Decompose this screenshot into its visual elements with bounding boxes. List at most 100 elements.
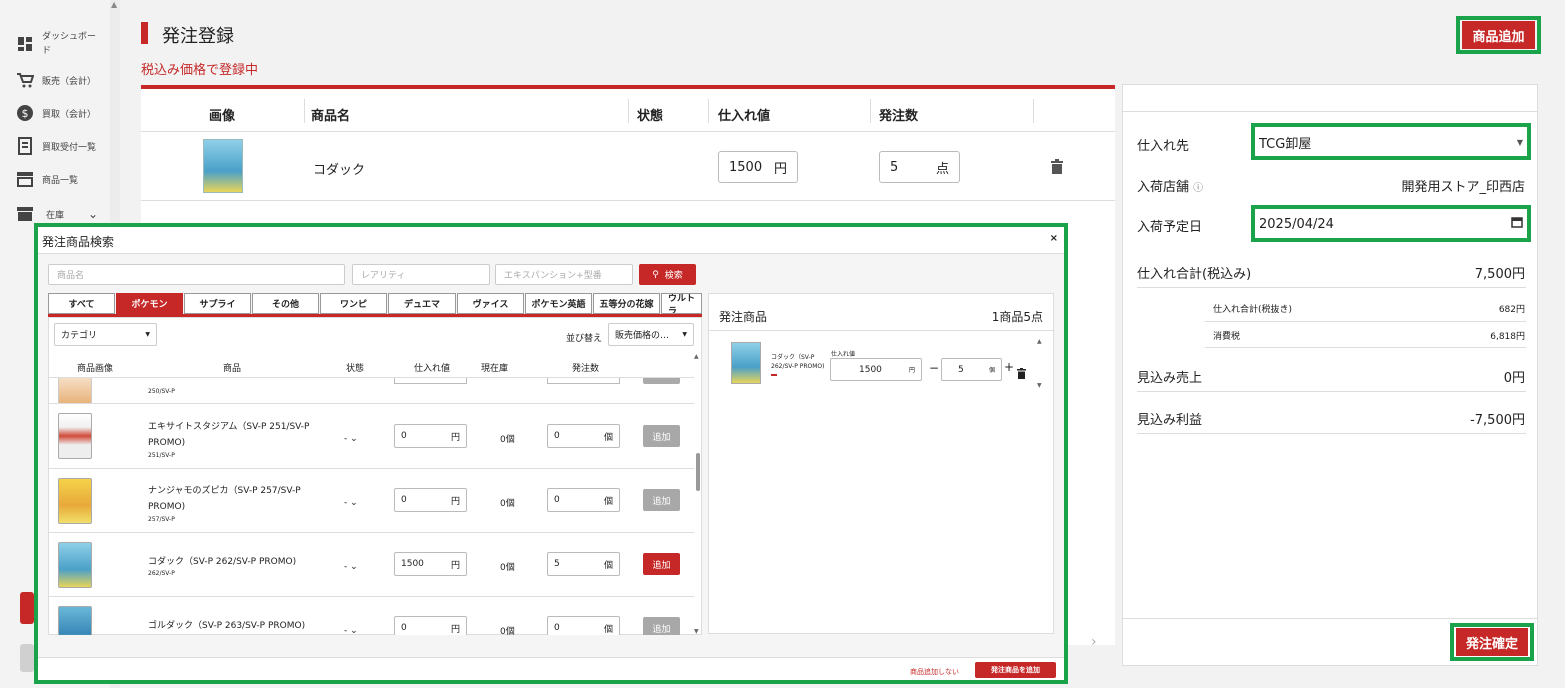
state-select[interactable]: - ⌄ (344, 626, 358, 635)
tax-mode-subtitle: 税込み価格で登録中 (141, 63, 259, 78)
tab-quintuplets[interactable]: 五等分の花嫁 (593, 293, 660, 314)
rarity-search-input[interactable]: レアリティ (352, 264, 490, 285)
sidebar-item-stock[interactable]: 在庫 ⌄ (16, 205, 98, 223)
col-divider (628, 99, 629, 123)
trash-icon[interactable] (1017, 364, 1026, 383)
qty-input[interactable]: 0個 (547, 424, 620, 448)
price-input[interactable]: 1500 円 (394, 552, 467, 576)
chevron-down-icon: ⌄ (350, 498, 358, 508)
trash-icon[interactable] (1051, 159, 1063, 178)
state-select[interactable]: - ⌄ (344, 434, 358, 444)
product-thumbnail (58, 413, 92, 459)
add-order-items-button[interactable]: 発注商品を追加 (975, 662, 1056, 678)
tab-weiss[interactable]: ヴァイス (457, 293, 524, 314)
stock-value: 0個 (500, 563, 515, 573)
divider (1205, 321, 1526, 322)
tab-other[interactable]: その他 (252, 293, 319, 314)
search-button[interactable]: ⚲ 検索 (639, 264, 696, 285)
cart-summary: 1商品5点 (991, 310, 1043, 324)
panel-divider (1123, 111, 1537, 112)
add-product-button[interactable]: 商品追加 (1462, 21, 1535, 49)
tab-pokemon-en[interactable]: ポケモン英語 (525, 293, 592, 314)
tab-underline (48, 314, 702, 317)
row-divider (48, 596, 694, 597)
modal-footer-divider (38, 657, 1064, 658)
list-scrollbar[interactable]: ▲ ▼ (694, 353, 702, 635)
add-button[interactable]: 追加 (643, 489, 680, 511)
tab-duelmasters[interactable]: デュエマ (388, 293, 456, 314)
qty-input[interactable]: 5点 (879, 151, 960, 183)
supplier-select[interactable]: TCG卸屋 ▼ (1259, 131, 1523, 153)
col-image: 画像 (209, 109, 236, 124)
tax-label: 消費税 (1213, 332, 1241, 342)
col-name: 商品名 (311, 109, 351, 124)
product-name: コダック (313, 163, 366, 178)
cancel-add-link[interactable]: 商品追加しない (910, 667, 959, 677)
cart-item-name: コダック（SV-P 262/SV-P PROMO) (771, 354, 825, 370)
divider (1137, 287, 1526, 288)
tab-ultra[interactable]: ウルトラ (661, 293, 702, 314)
col-divider (708, 99, 709, 123)
sidebar-item-dashboard[interactable]: ダッシュボード (16, 30, 102, 58)
plus-icon[interactable]: + (1004, 360, 1014, 374)
price-input[interactable]: 0円 (394, 488, 467, 512)
confirm-order-button[interactable]: 発注確定 (1456, 628, 1528, 656)
chevron-right-icon[interactable]: › (1091, 634, 1097, 650)
state-select[interactable]: - ⌄ (344, 562, 358, 572)
price-input[interactable]: 1500 円 (718, 151, 798, 183)
sort-select[interactable]: 販売価格の… ▼ (608, 323, 694, 346)
tab-pokemon[interactable]: ポケモン (116, 293, 183, 314)
state-select[interactable]: - ⌄ (344, 498, 358, 508)
sidebar-gray-button[interactable] (20, 644, 34, 672)
add-button[interactable]: 追加 (643, 553, 680, 575)
stock-value: 0個 (500, 435, 515, 445)
product-thumbnail (203, 139, 243, 193)
price-input[interactable]: 0円 (394, 616, 467, 635)
col-divider (1033, 99, 1034, 123)
product-name: ゴルダック（SV-P 263/SV-P PROMO) (148, 621, 306, 631)
sidebar-item-products[interactable]: 商品一覧 (16, 170, 78, 188)
search-icon: ⚲ (652, 269, 659, 280)
order-summary-panel: 仕入れ先 TCG卸屋 ▼ 入荷店舗 ⓘ 開発用ストア_印西店 入荷予定日 2025… (1122, 84, 1538, 666)
add-button[interactable] (643, 378, 680, 384)
store-label: 入荷店舗 ⓘ (1137, 180, 1204, 195)
price-input[interactable]: 0円 (394, 424, 467, 448)
col-divider (870, 99, 871, 123)
add-button[interactable]: 追加 (643, 425, 680, 447)
product-search-modal: 発注商品検索 × 商品名 レアリティ エキスパンション+型番 ⚲ 検索 すべて ポ… (34, 223, 1068, 684)
minus-icon[interactable]: − (929, 361, 939, 375)
tab-onepiece[interactable]: ワンピ (320, 293, 387, 314)
scrollbar-thumb[interactable] (696, 453, 700, 491)
qty-input[interactable]: 0個 (547, 616, 620, 635)
price-input[interactable] (394, 378, 467, 384)
product-name: コダック（SV-P 262/SV-P PROMO) (148, 557, 297, 567)
calendar-icon[interactable] (1511, 216, 1523, 232)
cart-qty-input[interactable]: 5個 (941, 358, 1002, 381)
qty-input[interactable] (547, 378, 620, 384)
arrival-date-input[interactable]: 2025/04/24 (1259, 213, 1523, 235)
qty-input[interactable]: 0個 (547, 488, 620, 512)
tab-supply[interactable]: サプライ (184, 293, 251, 314)
col-price: 仕入れ値 (414, 364, 451, 374)
sidebar-item-label: ダッシュボード (42, 32, 97, 56)
cart-title: 発注商品 (719, 310, 768, 324)
product-thumbnail (58, 478, 92, 524)
dropdown-arrow-icon: ▼ (682, 331, 687, 338)
sidebar-item-purchase-list[interactable]: 買取受付一覧 (16, 137, 96, 155)
stock-value: 0個 (500, 627, 515, 635)
expansion-search-input[interactable]: エキスパンション+型番 (495, 264, 633, 285)
sidebar-item-sales[interactable]: 販売（会計） (16, 71, 96, 89)
close-icon[interactable]: × (1050, 233, 1058, 244)
panel-divider (1123, 618, 1537, 619)
add-button[interactable]: 追加 (643, 617, 680, 635)
qty-input[interactable]: 5個 (547, 552, 620, 576)
scroll-down-icon: ▼ (1037, 382, 1042, 389)
category-select[interactable]: カテゴリ ▼ (54, 323, 157, 346)
sidebar-item-purchase[interactable]: $ 買取（会計） (16, 104, 96, 122)
cart-divider (709, 330, 1053, 331)
cart-price-input[interactable]: 1500 円 (830, 358, 922, 381)
sidebar-red-button[interactable] (20, 592, 34, 624)
name-search-input[interactable]: 商品名 (48, 264, 345, 285)
col-qty: 発注数 (879, 109, 919, 124)
tab-all[interactable]: すべて (48, 293, 115, 314)
